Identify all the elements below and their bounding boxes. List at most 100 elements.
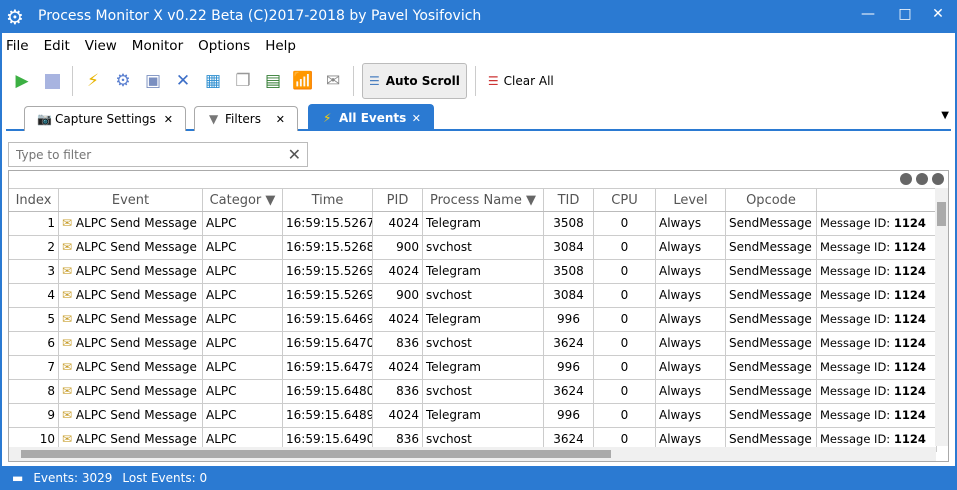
message-id: 1124 (893, 408, 926, 422)
menu-monitor[interactable]: Monitor (132, 38, 183, 54)
cell-opcode: SendMessage (726, 380, 817, 403)
vertical-scrollbar[interactable] (935, 188, 948, 446)
cell-process-name: svchost (423, 236, 544, 259)
memory-icon[interactable]: ▤ (261, 69, 285, 93)
play-icon[interactable]: ▶ (10, 69, 34, 93)
stop-icon[interactable] (40, 69, 64, 93)
column-header-pid[interactable]: PID (373, 189, 423, 211)
table-row[interactable]: 3 ✉ ALPC Send Message ALPC 16:59:15.5269 402… (9, 260, 937, 284)
alpc-message-icon: ✉ (62, 336, 76, 350)
event-name: ALPC Send Message (75, 360, 197, 374)
cell-index: 6 (9, 332, 59, 355)
table-row[interactable]: 2 ✉ ALPC Send Message ALPC 16:59:15.5268 900… (9, 236, 937, 260)
pages-icon[interactable]: ❐ (231, 69, 255, 93)
table-row[interactable]: 6 ✉ ALPC Send Message ALPC 16:59:15.6470 836… (9, 332, 937, 356)
close-tab-icon[interactable]: ✕ (164, 113, 173, 126)
menu-view[interactable]: View (85, 38, 117, 54)
column-header-process-name[interactable]: Process Name ▼ (423, 189, 544, 211)
window-title: Process Monitor X v0.22 Beta (C)2017-201… (38, 8, 482, 24)
cell-event: ✉ ALPC Send Message (59, 380, 203, 403)
cell-details: Message ID: 1124 (817, 356, 937, 379)
minimize-button[interactable]: — (858, 6, 878, 22)
column-header-details[interactable] (817, 189, 937, 211)
menu-options[interactable]: Options (198, 38, 250, 54)
clear-all-button[interactable]: ☰ Clear All (484, 74, 558, 88)
menu-file[interactable]: File (6, 38, 29, 54)
tab-capture-settings[interactable]: 📷 Capture Settings ✕ (24, 106, 186, 131)
modules-icon[interactable]: ▦ (201, 69, 225, 93)
network-icon[interactable]: ✕ (171, 69, 195, 93)
message-id: 1124 (893, 432, 926, 446)
more-options-icon[interactable] (900, 173, 944, 185)
tab-all-events[interactable]: ⚡ All Events ✕ (308, 104, 434, 131)
status-icon: ▬ (12, 471, 24, 485)
window-settings-icon[interactable]: ▣ (141, 69, 165, 93)
column-header-time[interactable]: Time (283, 189, 373, 211)
auto-scroll-toggle[interactable]: ☰ Auto Scroll (362, 63, 467, 99)
cell-opcode: SendMessage (726, 212, 817, 235)
alpc-message-icon: ✉ (62, 360, 76, 374)
maximize-button[interactable]: □ (895, 6, 915, 22)
cell-category: ALPC (203, 212, 283, 235)
cell-time: 16:59:15.5268 (283, 236, 373, 259)
column-header-opcode[interactable]: Opcode (726, 189, 817, 211)
close-tab-icon[interactable]: ✕ (276, 113, 285, 126)
cell-tid: 996 (544, 308, 594, 331)
table-row[interactable]: 4 ✉ ALPC Send Message ALPC 16:59:15.5269 900… (9, 284, 937, 308)
cell-tid: 3084 (544, 284, 594, 307)
column-header-cpu[interactable]: CPU (594, 189, 656, 211)
cell-time: 16:59:15.6470 (283, 332, 373, 355)
clear-filter-icon[interactable]: ✕ (288, 145, 301, 164)
table-row[interactable]: 9 ✉ ALPC Send Message ALPC 16:59:15.6489 402… (9, 404, 937, 428)
cell-index: 4 (9, 284, 59, 307)
close-button[interactable]: ✕ (928, 6, 948, 22)
close-tab-icon[interactable]: ✕ (412, 112, 421, 125)
cell-time: 16:59:15.5267 (283, 212, 373, 235)
cell-opcode: SendMessage (726, 260, 817, 283)
separator (474, 66, 476, 96)
cell-level: Always (656, 332, 726, 355)
message-id: 1124 (893, 288, 926, 302)
event-name: ALPC Send Message (75, 312, 197, 326)
tab-dropdown-icon[interactable]: ▼ (941, 110, 949, 121)
lost-events-count: Lost Events: 0 (122, 471, 208, 485)
tab-label: Filters (225, 112, 261, 126)
cell-cpu: 0 (594, 404, 656, 427)
table-row[interactable]: 7 ✉ ALPC Send Message ALPC 16:59:15.6479 402… (9, 356, 937, 380)
cell-process-name: Telegram (423, 356, 544, 379)
column-filter-icon[interactable]: ▼ (522, 193, 536, 208)
alpc-message-icon: ✉ (62, 240, 76, 254)
cell-tid: 996 (544, 404, 594, 427)
messages-icon[interactable]: ✉ (321, 69, 345, 93)
message-id: 1124 (893, 384, 926, 398)
antenna-icon[interactable]: 📶 (291, 69, 315, 93)
column-header-category[interactable]: Categor ▼ (203, 189, 283, 211)
column-header-level[interactable]: Level (656, 189, 726, 211)
column-filter-icon[interactable]: ▼ (261, 193, 275, 208)
menu-help[interactable]: Help (265, 38, 296, 54)
column-header-event[interactable]: Event (59, 189, 203, 211)
cell-opcode: SendMessage (726, 308, 817, 331)
cell-pid: 836 (373, 332, 423, 355)
table-row[interactable]: 8 ✉ ALPC Send Message ALPC 16:59:15.6480 836… (9, 380, 937, 404)
column-header-index[interactable]: Index (9, 189, 59, 211)
horizontal-scrollbar[interactable] (9, 447, 936, 461)
lightning-icon[interactable]: ⚡ (81, 69, 105, 93)
cell-index: 7 (9, 356, 59, 379)
table-row[interactable]: 5 ✉ ALPC Send Message ALPC 16:59:15.6469 402… (9, 308, 937, 332)
gears-icon[interactable]: ⚙ (111, 69, 135, 93)
toolbar: ▶ ⚡ ⚙ ▣ ✕ ▦ ❐ ▤ 📶 ✉ ☰ Auto Scroll ☰ Clea… (10, 62, 558, 100)
cell-category: ALPC (203, 284, 283, 307)
filter-input[interactable] (9, 143, 279, 166)
tab-label: All Events (339, 111, 407, 125)
tab-filters[interactable]: ▼ Filters ✕ (194, 106, 298, 131)
table-row[interactable]: 1 ✉ ALPC Send Message ALPC 16:59:15.5267 402… (9, 212, 937, 236)
cell-tid: 3084 (544, 236, 594, 259)
column-header-tid[interactable]: TID (544, 189, 594, 211)
cell-level: Always (656, 380, 726, 403)
menu-edit[interactable]: Edit (44, 38, 70, 54)
cell-tid: 3508 (544, 260, 594, 283)
cell-opcode: SendMessage (726, 284, 817, 307)
cell-index: 3 (9, 260, 59, 283)
details-label: Message ID: (820, 240, 894, 254)
